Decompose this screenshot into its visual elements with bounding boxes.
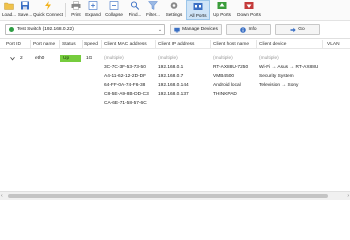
cell-ip: 192.168.0.144 <box>158 83 189 88</box>
link-status-icon <box>9 27 14 32</box>
all-ports-icon <box>193 2 204 11</box>
scroll-left-icon[interactable]: ‹ <box>1 193 3 199</box>
cell-mac: C8-5E-A9-8B-DD-C3 <box>104 92 149 97</box>
chevron-down-icon[interactable] <box>10 56 15 61</box>
arrow-right-icon <box>290 27 296 32</box>
save-button[interactable]: Save... <box>17 0 33 20</box>
header-client-device[interactable]: Client device <box>259 42 286 47</box>
expand-button[interactable]: Expand <box>84 0 102 20</box>
column-divider[interactable] <box>256 40 257 49</box>
cell-ip: 192.168.0.1 <box>158 65 184 70</box>
cell-device: Wi-Fi → Asus → RT-AX88U <box>259 65 319 70</box>
cell-ip: 192.168.0.137 <box>158 92 189 97</box>
cell-mac: 64-FF-0A-74-F6-38 <box>104 83 146 88</box>
down-ports-icon <box>244 1 255 10</box>
header-status[interactable]: Status <box>62 42 76 47</box>
down-ports-button[interactable]: Down Ports <box>234 0 264 20</box>
chevron-down-icon: ⌄ <box>157 26 163 33</box>
info-label: Info <box>248 27 257 32</box>
cell-host: THINKPAD <box>213 92 237 97</box>
collapse-button[interactable]: Collapse <box>102 0 126 20</box>
cell-host: RT-AX88U-7250 <box>213 65 249 70</box>
folder-open-icon <box>4 1 15 10</box>
cell-host: (multiple) <box>213 56 233 61</box>
all-ports-button[interactable]: All Ports <box>186 0 210 20</box>
status-badge: Up <box>60 55 81 62</box>
find-icon <box>130 1 141 10</box>
column-divider[interactable] <box>82 40 83 49</box>
cell-port-name: eth0 <box>35 56 45 61</box>
cell-mac: CA-6E-71-58-57-6C <box>104 101 147 106</box>
manage-devices-button[interactable]: Manage Devices <box>170 24 222 35</box>
ports-table: Port ID Port name Status Speed Client MA… <box>0 40 350 198</box>
table-header: Port ID Port name Status Speed Client MA… <box>0 40 350 49</box>
print-button[interactable]: Print <box>68 0 84 20</box>
find-button[interactable]: Find... <box>126 0 144 20</box>
cell-device: (multiple) <box>259 56 279 61</box>
cell-mac: (multiple) <box>104 56 124 61</box>
scroll-right-icon[interactable]: › <box>347 193 349 199</box>
header-port-id[interactable]: Port ID <box>6 42 21 47</box>
header-vlan[interactable]: VLAN <box>327 42 340 47</box>
cell-device: Television → Sony <box>259 83 299 88</box>
switch-selector[interactable]: Test Switch (192.168.0.22) ⌄ <box>5 24 165 35</box>
address-bar: Test Switch (192.168.0.22) ⌄ Manage Devi… <box>0 21 350 39</box>
column-divider[interactable] <box>155 40 156 49</box>
settings-button[interactable]: Settings <box>162 0 186 20</box>
cell-mac: 3C-7C-3F-53-73-50 <box>104 65 146 70</box>
filter-button[interactable]: Filter... <box>144 0 162 20</box>
table-row[interactable]: 2 eth0 Up 1G (multiple) 3C-7C-3F-53-73-5… <box>0 50 350 106</box>
header-client-ip[interactable]: Client IP address <box>158 42 194 47</box>
collapse-icon <box>109 1 120 10</box>
column-divider[interactable] <box>30 40 31 49</box>
switch-selector-value: Test Switch (192.168.0.22) <box>17 27 74 32</box>
cell-host: VMB4500 <box>213 74 235 79</box>
cell-ip: 192.168.0.7 <box>158 74 184 79</box>
save-icon <box>20 1 31 10</box>
lightning-icon <box>43 1 54 10</box>
column-divider[interactable] <box>322 40 323 49</box>
print-icon <box>71 1 82 10</box>
header-port-name[interactable]: Port name <box>33 42 55 47</box>
cell-device: Security System <box>259 74 294 79</box>
go-label: Go <box>298 27 305 32</box>
cell-host: Android local <box>213 83 241 88</box>
settings-icon <box>169 1 180 10</box>
column-divider[interactable] <box>59 40 60 49</box>
up-ports-icon <box>217 1 228 10</box>
filter-icon <box>148 1 159 10</box>
expand-icon <box>88 1 99 10</box>
cell-mac: A4-11-62-12-2D-DF <box>104 74 147 79</box>
horizontal-scrollbar[interactable]: ‹ › <box>0 191 350 200</box>
column-divider[interactable] <box>101 40 102 49</box>
cell-speed: 1G <box>86 56 93 61</box>
header-client-mac[interactable]: Client MAC address <box>104 42 147 47</box>
go-button[interactable]: Go <box>275 24 320 35</box>
devices-icon <box>174 27 180 32</box>
toolbar-divider <box>65 3 66 17</box>
info-button[interactable]: Info <box>226 24 271 35</box>
cell-port-id: 2 <box>20 56 23 61</box>
quick-connect-button[interactable]: Quick Connect <box>33 0 63 20</box>
scrollbar-thumb[interactable] <box>8 194 328 198</box>
cell-ip: (multiple) <box>158 56 178 61</box>
column-divider[interactable] <box>210 40 211 49</box>
toolbar: Load... Save... Quick Connect Print Expa… <box>0 0 350 21</box>
info-icon <box>240 26 247 33</box>
header-speed[interactable]: Speed <box>84 42 98 47</box>
manage-devices-label: Manage Devices <box>182 27 218 32</box>
load-button[interactable]: Load... <box>1 0 17 20</box>
header-client-host[interactable]: Client host name <box>213 42 249 47</box>
up-ports-button[interactable]: Up Ports <box>210 0 234 20</box>
